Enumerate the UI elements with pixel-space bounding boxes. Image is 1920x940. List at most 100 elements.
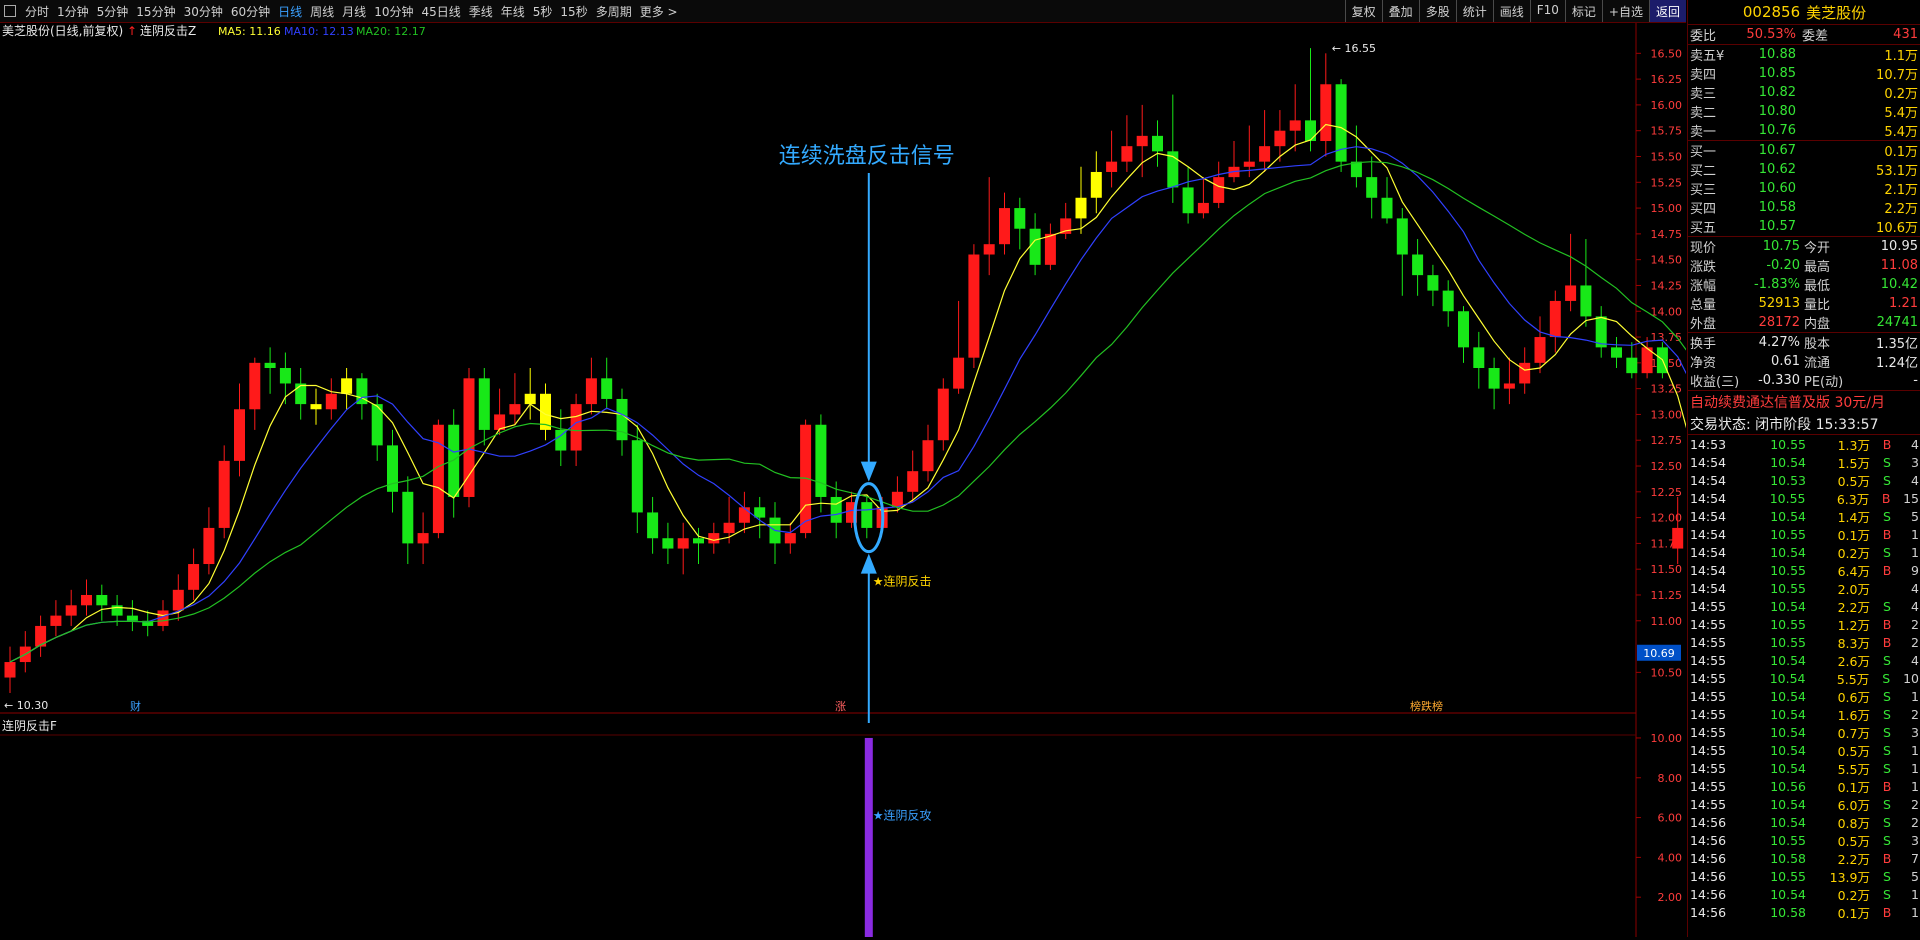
kline-chart[interactable]: 美芝股份(日线,前复权) ↑ 连阴反击Z MA5: 11.16 MA10: 12.13 M… <box>0 23 1867 937</box>
stat-value: 10.75 <box>1762 239 1800 254</box>
toolbar-button[interactable]: 返回 <box>1648 0 1686 22</box>
toolbar-button[interactable]: 多股 <box>1418 0 1456 22</box>
period-tab[interactable]: 多周期 <box>592 3 636 20</box>
tick-count: 10 <box>1903 670 1920 686</box>
price-tag-label: 10.69 <box>1643 647 1675 660</box>
ask-row[interactable]: 卖三 10.82 0.2万 <box>1688 83 1920 102</box>
tick-count: 2 <box>1911 634 1919 650</box>
signal-title: 连续洗盘反击信号 <box>779 144 955 169</box>
tick-price: 10.55 <box>1770 436 1806 452</box>
period-tab[interactable]: 10分钟 <box>370 3 417 20</box>
stat-label: 换手 <box>1690 337 1717 352</box>
tick-side: B <box>1882 634 1892 650</box>
stat-label: 流通 <box>1804 356 1831 371</box>
tick-list[interactable]: 14:53 10.55 1.3万 B 4 14:54 10.54 1.5万 S 3 14:54 10.… <box>1688 435 1920 921</box>
candle-body <box>1259 146 1271 162</box>
stat-label: 最低 <box>1804 279 1831 294</box>
candle-body <box>1488 368 1500 389</box>
period-tab[interactable]: 15秒 <box>556 3 591 20</box>
tick-side: S <box>1883 472 1891 488</box>
period-tab[interactable]: 30分钟 <box>180 3 227 20</box>
tick-volume: 1.4万 <box>1837 509 1870 525</box>
toolbar-button[interactable]: F10 <box>1529 0 1565 22</box>
stat-value: - <box>1913 373 1918 388</box>
candle-body <box>968 254 980 358</box>
stat-label: 收益(三) <box>1690 375 1740 390</box>
signal-label-main: ★连阴反击 <box>873 574 932 589</box>
period-tab[interactable]: 季线 <box>465 3 497 20</box>
stat-label: 涨跌 <box>1690 260 1717 275</box>
ask-row[interactable]: 卖四 10.85 10.7万 <box>1688 64 1920 83</box>
tick-count: 7 <box>1911 850 1919 866</box>
tick-row: 14:54 10.55 6.4万 B 9 <box>1688 561 1920 579</box>
toolbar-button[interactable]: 画线 <box>1492 0 1530 22</box>
kline-chart-area[interactable]: 美芝股份(日线,前复权) ↑ 连阴反击Z MA5: 11.16 MA10: 12.13 M… <box>0 23 1867 937</box>
tick-row: 14:55 10.54 1.6万 S 2 <box>1688 705 1920 723</box>
candle-body <box>1274 130 1286 147</box>
tick-price: 10.55 <box>1770 526 1806 542</box>
tick-time: 14:56 <box>1690 904 1727 920</box>
bid-row[interactable]: 买三 10.60 2.1万 <box>1688 179 1920 198</box>
stock-name: 美芝股份 <box>1806 3 1867 22</box>
tick-price: 10.58 <box>1770 850 1806 866</box>
period-tab[interactable]: 年线 <box>497 3 529 20</box>
candle-body <box>907 471 919 492</box>
toolbar-button[interactable]: 叠加 <box>1381 0 1419 22</box>
ad-banner[interactable]: 自动续费通达信普及版 30元/月 <box>1688 390 1920 413</box>
ask-price: 10.88 <box>1758 47 1796 62</box>
candle-body <box>1549 300 1561 338</box>
candle-body <box>1182 187 1194 214</box>
period-tab[interactable]: 1分钟 <box>53 3 93 20</box>
tick-price: 10.54 <box>1770 454 1806 470</box>
toolbar-button[interactable]: +自选 <box>1601 0 1649 22</box>
tick-volume: 2.2万 <box>1837 599 1870 615</box>
period-tab[interactable]: 5分钟 <box>93 3 133 20</box>
stat-value: 28172 <box>1758 315 1800 330</box>
toolbar-button[interactable]: 统计 <box>1455 0 1493 22</box>
tick-time: 14:55 <box>1690 706 1727 722</box>
fundamental-stats: 换手 4.27% 股本 1.35亿 净资 0.61 流通 1.24亿 收益(三) -0.330 PE… <box>1688 333 1920 390</box>
candle-body <box>1534 337 1546 363</box>
bid-row[interactable]: 买一 10.67 0.1万 <box>1688 141 1920 160</box>
tick-volume: 2.0万 <box>1837 581 1870 597</box>
tick-row: 14:56 10.55 0.5万 S 3 <box>1688 831 1920 849</box>
candle-body <box>784 533 796 544</box>
toolbar-button[interactable]: 复权 <box>1344 0 1382 22</box>
toolbar-button[interactable]: 标记 <box>1564 0 1602 22</box>
tick-side: B <box>1882 436 1892 452</box>
stat-row: 收益(三) -0.330 PE(动) - <box>1688 371 1920 390</box>
candle-body <box>1014 208 1026 229</box>
period-tab[interactable]: 日线 <box>274 3 306 20</box>
period-tab[interactable]: 更多 > <box>636 3 682 20</box>
bid-row[interactable]: 买四 10.58 2.2万 <box>1688 198 1920 217</box>
ask-row[interactable]: 卖一 10.76 5.4万 <box>1688 121 1920 140</box>
candle-body <box>310 404 322 410</box>
period-tab[interactable]: 周线 <box>306 3 338 20</box>
tick-side: B <box>1882 778 1892 794</box>
panel-toggle-icon[interactable] <box>4 5 16 17</box>
quote-stats: 现价 10.75 今开 10.95 涨跌 -0.20 最高 11.08 涨幅 -1.83% 最低 10… <box>1688 237 1920 332</box>
period-tab[interactable]: 5秒 <box>529 3 557 20</box>
tick-row: 14:54 10.54 1.5万 S 3 <box>1688 453 1920 471</box>
bid-row[interactable]: 买二 10.62 53.1万 <box>1688 160 1920 179</box>
candle-body <box>585 378 597 405</box>
period-tab[interactable]: 分时 <box>21 3 53 20</box>
period-tab[interactable]: 60分钟 <box>227 3 274 20</box>
tick-volume: 0.8万 <box>1837 815 1870 831</box>
period-tab[interactable]: 月线 <box>338 3 370 20</box>
period-tab[interactable]: 45日线 <box>417 3 464 20</box>
bid-row[interactable]: 买五 10.57 10.6万 <box>1688 217 1920 236</box>
tick-volume: 13.9万 <box>1829 869 1870 885</box>
tick-price: 10.55 <box>1770 562 1806 578</box>
period-tab[interactable]: 15分钟 <box>132 3 179 20</box>
ask-row[interactable]: 卖五¥ 10.88 1.1万 <box>1688 45 1920 64</box>
candle-body <box>172 589 184 611</box>
bid-volume: 10.6万 <box>1876 221 1918 236</box>
stock-title: 002856 美芝股份 <box>1688 0 1920 25</box>
ask-row[interactable]: 卖二 10.80 5.4万 <box>1688 102 1920 121</box>
stat-label: 总量 <box>1690 298 1717 313</box>
tick-side: B <box>1882 904 1892 920</box>
ask-price: 10.76 <box>1758 123 1796 138</box>
tick-row: 14:55 10.54 0.7万 S 3 <box>1688 723 1920 741</box>
tick-time: 14:56 <box>1690 832 1727 848</box>
